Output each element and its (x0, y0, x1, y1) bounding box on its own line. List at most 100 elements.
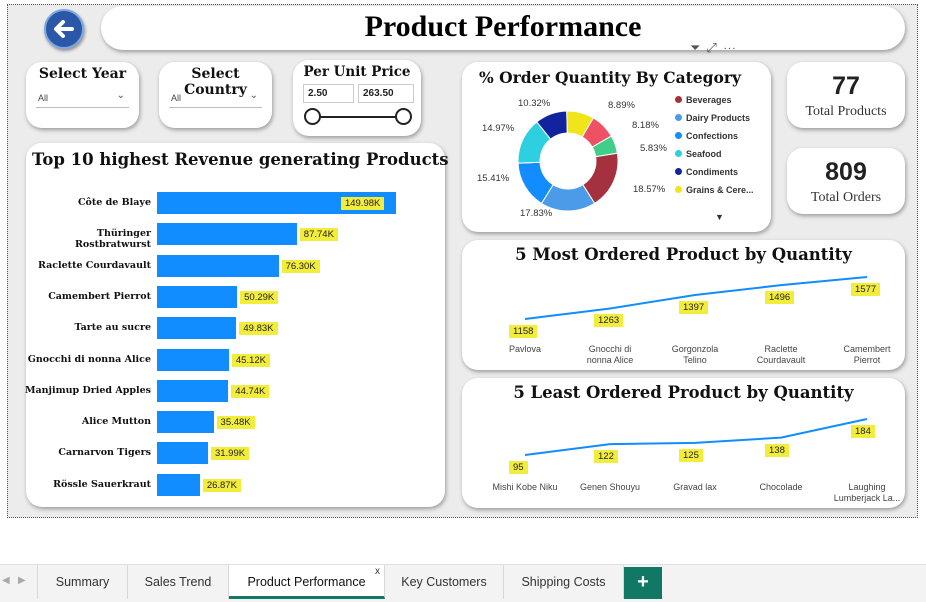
legend-item[interactable]: Beverages (675, 95, 732, 105)
line-category-label: Genen Shouyu (575, 482, 645, 493)
legend-dot-icon (675, 150, 682, 157)
legend-dot-icon (675, 132, 682, 139)
most-ordered-card: 5 Most Ordered Product by Quantity 1158 P… (462, 240, 905, 370)
line-data-label: 1263 (594, 314, 624, 328)
tab-summary-label: Summary (55, 575, 110, 589)
legend-label: Seafood (686, 149, 722, 159)
country-dropdown[interactable]: All ⌄ (169, 89, 262, 108)
top10-bar-chart: Côte de Blaye 149.98K Thüringer Rostbratwu… (25, 143, 445, 507)
legend-scroll-down-icon[interactable]: ▼ (715, 212, 724, 222)
bar-data-label: 76.30K (281, 259, 320, 273)
legend-item[interactable]: Condiments (675, 167, 738, 177)
price-slider-max-handle[interactable] (395, 108, 412, 125)
legend-item[interactable]: Confections (675, 131, 738, 141)
line-data-label: 1397 (679, 301, 709, 315)
tab-product-performance[interactable]: Product Performance x (229, 565, 385, 599)
total-products-label: Total Products (805, 104, 887, 119)
page-title: Product Performance (364, 10, 642, 43)
visual-header-icons: ⏷⤢⋯ (690, 40, 742, 56)
arrow-left-icon (54, 20, 74, 38)
close-tab-icon[interactable]: x (375, 566, 380, 577)
back-button[interactable] (44, 9, 84, 49)
line-category-label: Gravad lax (660, 482, 730, 493)
donut-percent-label: 8.89% (608, 100, 635, 111)
add-page-button[interactable]: + (624, 567, 662, 599)
line-category-text: Chocolade (759, 482, 803, 492)
tab-summary[interactable]: Summary (37, 565, 128, 599)
revenue-bar[interactable] (157, 254, 279, 277)
legend-dot-icon (675, 168, 682, 175)
revenue-bar[interactable] (157, 411, 214, 434)
total-orders-label: Total Orders (810, 190, 882, 205)
year-dropdown[interactable]: All ⌄ (36, 89, 129, 108)
tab-scroll-left-icon[interactable]: ◀ (2, 575, 10, 586)
revenue-bar[interactable] (157, 379, 229, 402)
legend-item[interactable]: Dairy Products (675, 113, 750, 123)
title-card: Product Performance (101, 6, 905, 50)
year-dropdown-value: All (38, 93, 49, 103)
filter-icon[interactable]: ⏷ (690, 40, 706, 55)
tab-sales-trend[interactable]: Sales Trend (128, 565, 229, 599)
line-data-label: 125 (679, 448, 703, 462)
price-slider-min-handle[interactable] (304, 108, 321, 125)
revenue-bar[interactable] (157, 317, 237, 340)
bar-category-label: Rössle Sauerkraut (53, 478, 151, 490)
price-max-input[interactable]: 263.50 (358, 84, 414, 103)
line-data-label: 122 (594, 450, 618, 464)
donut-percent-label: 8.18% (632, 120, 659, 131)
more-options-icon[interactable]: ⋯ (723, 40, 742, 55)
line-category-text: Genen Shouyu (579, 482, 641, 492)
donut-percent-label: 18.57% (633, 184, 666, 195)
line-category-text: Laughing (848, 482, 886, 492)
tab-shipping-costs[interactable]: Shipping Costs (504, 565, 624, 599)
bar-category-label: Thüringer Rostbratwurst (75, 228, 151, 251)
line-data-label: 1158 (509, 325, 538, 338)
tab-product-performance-label: Product Performance (247, 575, 366, 589)
price-slider-track (309, 116, 401, 118)
donut-percent-label: 15.41% (477, 173, 510, 184)
line-category-text: Raclette (764, 344, 798, 354)
legend-label: Condiments (686, 167, 739, 177)
focus-mode-icon[interactable]: ⤢ (706, 40, 722, 55)
line-category-label: Raclette Courdavault (746, 344, 816, 366)
tab-key-customers[interactable]: Key Customers (385, 565, 504, 599)
price-min-input[interactable]: 2.50 (303, 84, 354, 103)
line-category-label: Mishi Kobe Niku (490, 482, 560, 493)
donut-percent-label: 10.32% (518, 98, 551, 109)
bar-data-label: 87.74K (299, 228, 338, 242)
line-category-label: Pavlova (490, 344, 560, 355)
line-category-text: Gorgonzola (671, 344, 719, 354)
legend-item[interactable]: Grains & Cere... (675, 185, 754, 195)
line-data-label: 1577 (851, 283, 881, 296)
revenue-bar[interactable] (157, 348, 229, 371)
legend-dot-icon (675, 96, 682, 103)
bar-category-label: Alice Mutton (81, 416, 151, 428)
line-category-label: Camembert Pierrot (832, 344, 902, 366)
line-data-label: 138 (765, 443, 789, 457)
tab-scroll-right-icon[interactable]: ▶ (18, 575, 26, 586)
tab-sales-trend-label: Sales Trend (144, 575, 212, 589)
legend-dot-icon (675, 114, 682, 121)
legend-label: Confections (686, 131, 739, 141)
price-slicer-title: Per Unit Price (303, 64, 411, 80)
revenue-bar[interactable] (157, 223, 297, 246)
bar-category-label: Camembert Pierrot (48, 290, 151, 302)
revenue-bar[interactable] (157, 473, 200, 496)
bar-data-label: 50.29K (240, 290, 279, 304)
line-data-label: 1496 (765, 291, 795, 305)
bar-category-label: Tarte au sucre (74, 322, 151, 334)
bar-data-label: 35.48K (216, 416, 255, 430)
line-category-text: Courdavault (756, 355, 806, 365)
line-category-label: Chocolade (746, 482, 816, 493)
line-category-label: Gorgonzola Telino (660, 344, 730, 366)
chevron-down-icon: ⌄ (116, 90, 125, 101)
legend-item[interactable]: Seafood (675, 149, 722, 159)
total-orders-card: 809 Total Orders (787, 148, 905, 214)
revenue-bar[interactable] (157, 285, 238, 308)
least-ordered-card: 5 Least Ordered Product by Quantity 95 Mi… (462, 378, 905, 508)
legend-label: Grains & Cere... (686, 185, 754, 195)
bar-category-label: Côte de Blaye (78, 197, 151, 208)
revenue-bar[interactable] (157, 442, 208, 465)
bar-data-label: 31.99K (210, 447, 250, 461)
line-category-text: Telino (683, 355, 707, 365)
